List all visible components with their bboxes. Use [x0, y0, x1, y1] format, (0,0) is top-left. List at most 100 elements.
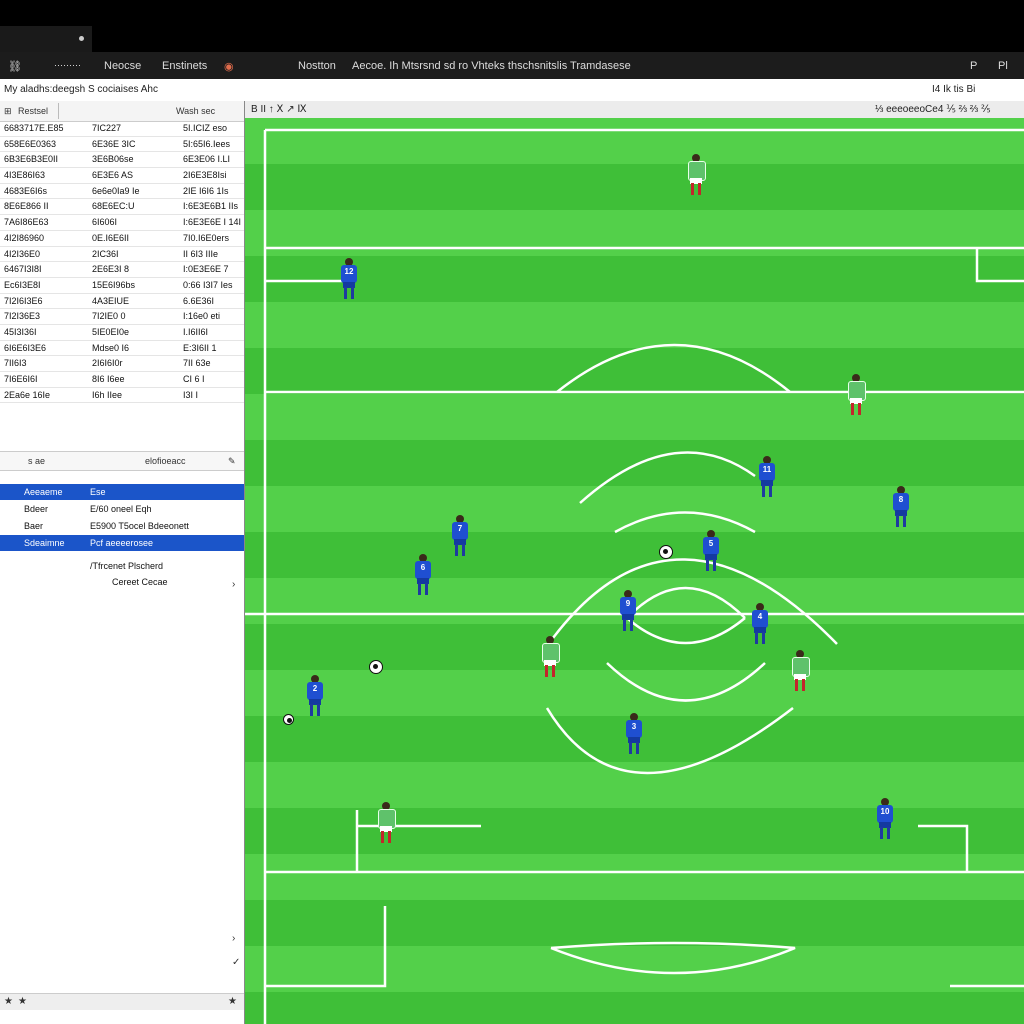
star-icon[interactable]: ★: [228, 996, 237, 1007]
menu-item-2[interactable]: Enstinets: [162, 60, 207, 72]
menubar: ⛓ ⋯⋯⋯ Neocse Enstinets ◉ Nostton Aecoe. …: [0, 52, 1024, 79]
table-cell: 7I2I36E3: [4, 311, 41, 322]
blue-player[interactable]: 9: [613, 590, 643, 632]
table-row[interactable]: 45I3I36I 5IE0EI0e I.I6II6I: [0, 325, 244, 341]
list-header-col1[interactable]: Restsel: [18, 106, 48, 116]
green-player[interactable]: [681, 154, 711, 196]
logo-icon[interactable]: ⛓: [8, 60, 22, 73]
chevron-right-icon[interactable]: ›: [232, 579, 235, 590]
pitch-toolbar: B II ↑ Ⅹ ↗ Ⅸ ⅓ eeeoeeoCe4 ⅕ ⅔ ⅔ ⅖: [245, 101, 1024, 119]
blue-player[interactable]: 4: [745, 603, 775, 645]
property-row[interactable]: Aeeaeme Ese: [0, 484, 244, 500]
table-cell: 7I2IE0 0: [92, 311, 126, 322]
menu-dots[interactable]: ⋯⋯⋯: [54, 60, 81, 71]
table-row[interactable]: 7II6I3 2I6I6I0r 7II 63e: [0, 356, 244, 372]
soccer-ball[interactable]: [659, 545, 673, 559]
table-cell: I:0E3E6E 7: [183, 264, 229, 275]
blue-player[interactable]: 11: [752, 456, 782, 498]
list-header-icon[interactable]: ⊞: [4, 106, 12, 117]
property-value: E5900 T5ocel Bdeeonett: [90, 521, 189, 531]
table-row[interactable]: 7I2I6I3E6 4A3EIUE 6.6E36I: [0, 294, 244, 310]
table-row[interactable]: 7I2I36E3 7I2IE0 0 I:16e0 eti: [0, 309, 244, 325]
blue-player[interactable]: 3: [619, 713, 649, 755]
table-cell: 6.6E36I: [183, 295, 215, 306]
menu-item-1[interactable]: Neocse: [104, 60, 141, 72]
close-dot-icon[interactable]: [79, 36, 84, 41]
star-icon[interactable]: ★: [4, 996, 13, 1007]
prop-header-2[interactable]: elofioeacc: [145, 456, 186, 466]
blue-player[interactable]: 12: [334, 258, 364, 300]
blue-player[interactable]: 8: [886, 486, 916, 528]
table-row[interactable]: 7A6I86E63 6I606I I:6E3E6E I 14I: [0, 215, 244, 231]
table-cell: 2I6I6I0r: [92, 358, 123, 369]
soccer-ball[interactable]: [369, 660, 383, 674]
table-cell: 7A6I86E63: [4, 217, 49, 228]
green-player[interactable]: [785, 650, 815, 692]
table-cell: 4I2I86960: [4, 232, 45, 243]
soccer-ball[interactable]: [283, 714, 294, 725]
note-line-1: /Tfrcenet Plscherd: [90, 561, 164, 571]
app-tab[interactable]: [0, 26, 92, 52]
table-row[interactable]: 6467I3I8I 2E6E3I 8 I:0E3E6E 7: [0, 262, 244, 278]
toolbar-text[interactable]: My aladhs:deegsh S cociaises Ahc: [4, 84, 158, 95]
table-cell: I.I6II6I: [183, 326, 209, 337]
table-row[interactable]: 6I6E6I3E6 Mdse0 I6 E:3I6II 1: [0, 341, 244, 357]
table-cell: 0:66 I3I7 Ies: [183, 279, 233, 290]
table-cell: 7II6I3: [4, 358, 27, 369]
note-line-2: Cereet Cecae: [112, 577, 168, 587]
toolbar-right[interactable]: I4 Ik tis Bi: [932, 84, 975, 95]
left-status-bar: ★ ★ ★: [0, 993, 244, 1010]
property-row[interactable]: Bdeer E/60 oneel Eqh: [0, 501, 244, 517]
table-cell: I:16e0 eti: [183, 311, 221, 322]
property-row[interactable]: Baer E5900 T5ocel Bdeeonett: [0, 518, 244, 534]
green-player[interactable]: [535, 636, 565, 678]
table-cell: 5IE0EI0e: [92, 326, 130, 337]
window-subtitle: Aecoe. Ih Mtsrsnd sd ro Vhteks thschsnit…: [352, 60, 631, 72]
table-cell: 7I0.I6E0ers: [183, 232, 230, 243]
green-player[interactable]: [371, 802, 401, 844]
table-cell: 4A3EIUE: [92, 295, 130, 306]
table-row[interactable]: 6683717E.E85 7IC227 5I.ICIZ eso: [0, 121, 244, 137]
check-icon[interactable]: ✓: [232, 957, 240, 968]
blue-player[interactable]: 2: [300, 675, 330, 717]
menu-right-1[interactable]: P: [970, 60, 977, 72]
table-row[interactable]: 4I2I86960 0E.I6E6II 7I0.I6E0ers: [0, 231, 244, 247]
table-row[interactable]: 6B3E6B3E0II 3E6B06se 6E3E06 I.LI: [0, 152, 244, 169]
pitch-tools[interactable]: B II ↑ Ⅹ ↗ Ⅸ: [251, 104, 307, 115]
blue-player[interactable]: 5: [696, 530, 726, 572]
pitch-tools-right[interactable]: ⅓ eeeoeeoCe4 ⅕ ⅔ ⅔ ⅖: [875, 104, 991, 115]
pitch-canvas[interactable]: 10 11 8 5 7 6 9 4 3 2 12: [245, 118, 1024, 1024]
prop-header-1[interactable]: s ae: [28, 456, 45, 466]
table-cell: 2IC36I: [92, 248, 119, 259]
table-cell: 4683E6I6s: [4, 185, 48, 196]
table-cell: 7II 63e: [183, 358, 211, 369]
pencil-icon[interactable]: ✎: [228, 456, 236, 467]
green-player[interactable]: [841, 374, 871, 416]
blue-player[interactable]: 7: [445, 515, 475, 557]
table-cell: I6h IIee: [92, 389, 123, 400]
chevron-right-icon[interactable]: ›: [232, 933, 235, 944]
record-icon[interactable]: ◉: [224, 60, 234, 73]
table-cell: 7I6E6I6I: [4, 374, 38, 384]
table-row[interactable]: 4I3E86I63 6E3E6 AS 2I6E3E8Isi: [0, 168, 244, 184]
window-title: Nostton: [298, 60, 336, 72]
menu-right-2[interactable]: Pl: [998, 60, 1008, 72]
star-icon[interactable]: ★: [18, 996, 27, 1007]
data-table: 6683717E.E85 7IC227 5I.ICIZ eso 658E6E0363 6…: [0, 121, 244, 404]
table-row[interactable]: 8E6E866 II 68E6EC:U I:6E3E6B1 IIs: [0, 199, 244, 216]
property-row[interactable]: Sdeaimne Pcf aeeeerosee: [0, 535, 244, 551]
column-divider[interactable]: [58, 103, 59, 119]
table-cell: 5I:65I6.Iees: [183, 138, 231, 149]
list-header-col3[interactable]: Wash sec: [176, 106, 215, 116]
table-row[interactable]: 2Ea6e 16Ie I6h IIee I3I I: [0, 388, 244, 404]
blue-player[interactable]: 6: [408, 554, 438, 596]
table-row[interactable]: 4683E6I6s 6e6e0Ia9 Ie 2IE I6I6 1Is: [0, 184, 244, 200]
table-row[interactable]: 7I6E6I6I 8I6 I6ee CI 6 I: [0, 372, 244, 388]
table-row[interactable]: 658E6E0363 6E36E 3IC 5I:65I6.Iees: [0, 137, 244, 153]
table-cell: I:6E3E6E I 14I: [183, 217, 242, 228]
table-row[interactable]: Ec6I3E8I 15E6I96bs 0:66 I3I7 Ies: [0, 278, 244, 294]
table-cell: 6683717E.E85: [4, 123, 64, 133]
table-row[interactable]: 4I2I36E0 2IC36I II 6I3 IIIe: [0, 247, 244, 263]
blue-player[interactable]: 10: [870, 798, 900, 840]
table-cell: Ec6I3E8I: [4, 279, 41, 290]
